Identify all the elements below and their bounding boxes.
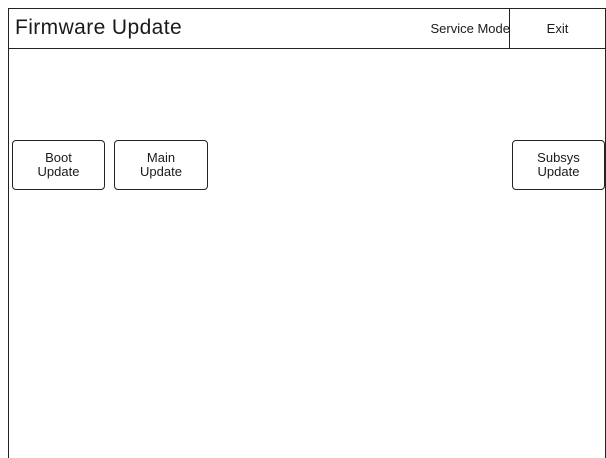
- subsys-update-button[interactable]: Subsys Update: [512, 140, 605, 190]
- main-update-label-line1: Main: [146, 150, 176, 165]
- title-bar: Firmware Update Service Mode Exit: [9, 9, 605, 49]
- boot-update-label-line1: Boot: [45, 150, 72, 165]
- subsys-update-label-line1: Subsys: [537, 150, 580, 165]
- main-update-button[interactable]: Main Update: [114, 140, 208, 190]
- firmware-update-screen: Firmware Update Service Mode Exit Boot U…: [8, 8, 606, 458]
- exit-button[interactable]: Exit: [509, 9, 605, 48]
- main-update-label-line2: Update: [140, 164, 182, 179]
- subsys-update-label-line2: Update: [537, 164, 580, 179]
- boot-update-label-line2: Update: [37, 164, 80, 179]
- boot-update-button[interactable]: Boot Update: [12, 140, 105, 190]
- page-title: Firmware Update: [15, 16, 183, 39]
- service-mode-label: Service Mode: [430, 21, 510, 36]
